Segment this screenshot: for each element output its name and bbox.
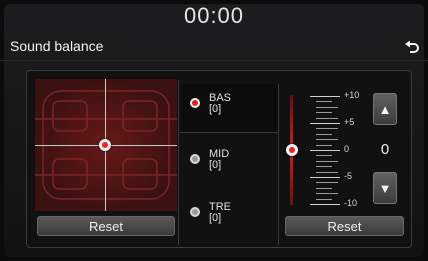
scale-minor-tick	[316, 166, 332, 167]
band-value: [0]	[209, 212, 222, 224]
scale-major-tick	[310, 123, 340, 124]
band-option-tre[interactable]: TRE [0]	[190, 202, 231, 224]
band-value: [0]	[209, 103, 222, 115]
radio-unselected-icon	[190, 154, 200, 164]
level-reset-button[interactable]: Reset	[285, 216, 404, 236]
header-divider	[0, 60, 428, 61]
level-down-button[interactable]: ▼	[373, 172, 397, 204]
scale-minor-tick	[316, 139, 338, 140]
triangle-up-icon: ▲	[378, 101, 392, 117]
balance-knob[interactable]	[99, 139, 111, 151]
scale-minor-tick	[316, 101, 332, 102]
back-arrow-icon[interactable]	[404, 38, 420, 54]
radio-unselected-icon	[190, 207, 200, 217]
scale-major-tick	[310, 96, 340, 97]
level-up-button[interactable]: ▲	[373, 93, 397, 125]
scale-minor-tick	[316, 118, 338, 119]
scale-minor-tick	[316, 188, 332, 189]
band-option-bas[interactable]: BAS [0]	[190, 93, 231, 115]
editor-divider	[278, 84, 279, 245]
band-option-mid[interactable]: MID [0]	[190, 149, 229, 171]
scale-label: +5	[344, 117, 355, 127]
level-value: 0	[380, 141, 390, 158]
scale-minor-tick	[316, 199, 332, 200]
page-title: Sound balance	[10, 38, 104, 54]
scale-label: 0	[344, 144, 350, 154]
balance-fader-pad[interactable]	[35, 79, 177, 211]
scale-label: +10	[344, 90, 360, 100]
scale-minor-tick	[316, 145, 332, 146]
scale-minor-tick	[316, 107, 338, 108]
balance-reset-button[interactable]: Reset	[37, 216, 175, 236]
scale-major-tick	[310, 150, 340, 151]
scale-minor-tick	[316, 182, 338, 183]
scale-minor-tick	[316, 134, 332, 135]
scale-minor-tick	[316, 155, 332, 156]
triangle-down-icon: ▼	[378, 180, 392, 196]
scale-minor-tick	[316, 161, 338, 162]
scale-label: -5	[344, 171, 353, 181]
scale-major-tick	[310, 204, 340, 205]
scale-minor-tick	[316, 172, 338, 173]
band-value: [0]	[209, 159, 222, 171]
scale-label: -10	[344, 198, 358, 208]
radio-selected-icon	[190, 98, 200, 108]
band-row-divider	[180, 132, 278, 133]
scale-minor-tick	[316, 128, 338, 129]
clock: 00:00	[183, 3, 245, 28]
band-column-divider	[178, 80, 179, 245]
scale-major-tick	[310, 177, 340, 178]
scale-minor-tick	[316, 193, 338, 194]
scale-minor-tick	[316, 112, 332, 113]
level-scale: +10 +5 0 -5 -10	[310, 90, 359, 208]
level-slider-knob[interactable]	[286, 144, 298, 156]
